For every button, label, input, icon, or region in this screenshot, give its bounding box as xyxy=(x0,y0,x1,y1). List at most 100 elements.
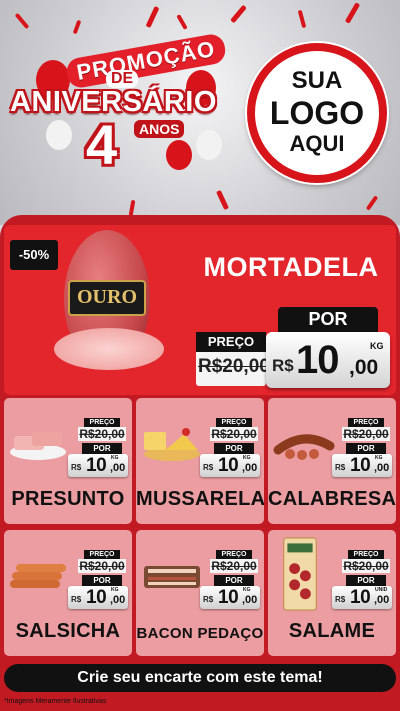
anniversary-promo-logo: PROMOÇÃO DE ANIVERSÁRIO 4 ANOS xyxy=(6,32,241,210)
price-decimal: ,00 xyxy=(374,594,390,606)
preco-label: PREÇO xyxy=(348,418,384,427)
preco-label: PREÇO xyxy=(84,418,120,427)
confetti-decoration xyxy=(230,4,247,24)
product-name: SALAME xyxy=(288,620,376,642)
confetti-decoration xyxy=(14,12,30,30)
new-price-box: R$ 10 ,00 KG xyxy=(200,586,260,609)
price-integer: 10 xyxy=(218,455,239,476)
currency-symbol: R$ xyxy=(335,595,346,604)
new-price-box: R$ 10 ,00 KG xyxy=(68,454,128,477)
old-price: R$20,00 xyxy=(198,356,270,377)
new-price-box: R$ 10 ,00 KG xyxy=(68,586,128,609)
presunto-image xyxy=(10,432,66,460)
salsicha-image xyxy=(10,564,66,588)
product-card-presunto: PREÇO R$20,00 POR R$ 10 ,00 KG PRESUNTO xyxy=(4,398,132,524)
price-integer: 10 xyxy=(86,455,107,476)
brand-label: OURO xyxy=(68,280,146,316)
mussarela-image xyxy=(144,428,200,461)
price-integer: 10 xyxy=(350,455,371,476)
confetti-decoration xyxy=(176,14,188,30)
confetti-decoration xyxy=(344,2,361,24)
price-decimal: ,00 xyxy=(374,462,390,474)
old-price-box: PREÇO R$20,00 xyxy=(196,332,270,386)
discount-badge: -50% xyxy=(10,240,58,270)
logo-placeholder[interactable]: SUA LOGO AQUI xyxy=(247,43,387,183)
featured-product-name: MORTADELA xyxy=(203,252,379,282)
balloon-decoration xyxy=(196,130,222,160)
por-label: POR xyxy=(346,575,386,586)
header-banner: PROMOÇÃO DE ANIVERSÁRIO 4 ANOS SUA LOGO … xyxy=(0,0,400,225)
new-price-box: R$ 10 ,00 KG xyxy=(332,454,392,477)
price-unit: KG xyxy=(243,455,251,461)
preco-label: PREÇO xyxy=(196,332,266,352)
currency-symbol: R$ xyxy=(272,356,294,375)
preco-label: PREÇO xyxy=(84,550,120,559)
price-unit: KG xyxy=(111,455,119,461)
price-decimal: ,00 xyxy=(110,462,126,474)
preco-label: PREÇO xyxy=(216,418,252,427)
logo-line-3: AQUI xyxy=(289,131,345,156)
old-price: R$20,00 xyxy=(210,559,258,573)
por-label: POR xyxy=(214,575,254,586)
old-price: R$20,00 xyxy=(342,427,390,441)
preco-label: PREÇO xyxy=(216,550,252,559)
price-unit: KG xyxy=(243,587,251,593)
product-card-bacon: PREÇO R$20,00 POR R$ 10 ,00 KG BACON PED… xyxy=(136,530,264,656)
new-price-box: R$ 10 ,00 UNID xyxy=(332,586,392,609)
price-decimal: ,00 xyxy=(242,594,258,606)
old-price: R$20,00 xyxy=(210,427,258,441)
price-unit: UNID xyxy=(375,587,388,593)
price-integer: 10 xyxy=(350,587,371,608)
new-price-box: R$ 10 ,00 KG xyxy=(200,454,260,477)
disclaimer-text: *Imagens Meramente Ilustrativas xyxy=(4,698,107,705)
product-card-mussarela: PREÇO R$20,00 POR R$ 10 ,00 KG MUSSARELA xyxy=(136,398,264,524)
product-name: MUSSARELA xyxy=(136,488,264,510)
balloon-decoration xyxy=(166,140,192,170)
currency-symbol: R$ xyxy=(71,463,82,472)
confetti-decoration xyxy=(145,5,160,29)
currency-symbol: R$ xyxy=(203,463,214,472)
price-unit: KG xyxy=(111,587,119,593)
logo-line-1: SUA xyxy=(291,67,343,94)
currency-symbol: R$ xyxy=(71,595,82,604)
product-name: CALABRESA xyxy=(268,488,396,510)
old-price: R$20,00 xyxy=(342,559,390,573)
product-name: BACON PEDAÇO xyxy=(136,625,264,642)
preco-label: PREÇO xyxy=(348,550,384,559)
por-label: POR xyxy=(82,443,122,454)
bacon-image xyxy=(144,566,200,588)
confetti-decoration xyxy=(72,19,82,35)
price-unit: KG xyxy=(375,455,383,461)
price-integer: 10 xyxy=(296,338,339,382)
product-card-salsicha: PREÇO R$20,00 POR R$ 10 ,00 KG SALSICHA xyxy=(4,530,132,656)
por-label: POR xyxy=(346,443,386,454)
por-label: POR xyxy=(82,575,122,586)
price-integer: 10 xyxy=(218,587,239,608)
salame-image xyxy=(283,537,317,611)
old-price: R$20,00 xyxy=(78,427,126,441)
anniversary-number: 4 xyxy=(86,113,118,176)
price-decimal: ,00 xyxy=(242,462,258,474)
logo-line-2: LOGO xyxy=(269,95,365,131)
mortadela-image: OURO xyxy=(54,230,164,385)
anos-word: ANOS xyxy=(134,120,185,138)
product-name: SALSICHA xyxy=(15,620,121,642)
currency-symbol: R$ xyxy=(203,595,214,604)
old-price: R$20,00 xyxy=(78,559,126,573)
price-integer: 10 xyxy=(86,587,107,608)
new-price-box: R$ 10 ,00 KG xyxy=(266,332,390,388)
mortadela-slices-image xyxy=(54,328,164,370)
currency-symbol: R$ xyxy=(335,463,346,472)
calabresa-image xyxy=(273,434,335,460)
product-card-calabresa: PREÇO R$20,00 POR R$ 10 ,00 KG CALABRESA xyxy=(268,398,396,524)
price-unit: KG xyxy=(370,341,384,351)
confetti-decoration xyxy=(365,195,379,211)
confetti-decoration xyxy=(297,9,307,29)
balloon-decoration xyxy=(46,120,72,150)
price-decimal: ,00 xyxy=(110,594,126,606)
product-name: PRESUNTO xyxy=(11,488,125,510)
create-flyer-button[interactable]: Crie seu encarte com este tema! xyxy=(4,664,396,692)
por-label: POR xyxy=(278,307,378,332)
por-label: POR xyxy=(214,443,254,454)
product-card-salame: PREÇO R$20,00 POR R$ 10 ,00 UNID SALAME xyxy=(268,530,396,656)
